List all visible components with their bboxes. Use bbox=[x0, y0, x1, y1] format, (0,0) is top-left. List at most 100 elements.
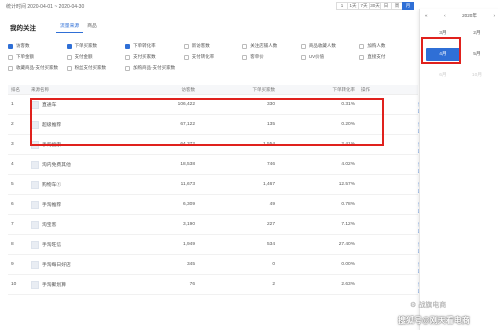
visitors-cell: 11,673 bbox=[180, 182, 195, 187]
source-cell: 购物车① bbox=[28, 180, 148, 189]
prev-year-icon[interactable]: « bbox=[425, 13, 428, 19]
metric-checkbox-label: 关注店铺人数 bbox=[250, 43, 278, 48]
prev-icon[interactable]: ‹ bbox=[444, 13, 446, 19]
checkbox-empty-icon[interactable] bbox=[359, 43, 365, 49]
checkbox-checked-icon[interactable] bbox=[125, 43, 131, 49]
metric-checkbox[interactable]: 加购人数 bbox=[359, 43, 418, 49]
month-cell[interactable]: 2月 bbox=[460, 27, 494, 40]
month-cell: 6月 bbox=[439, 73, 447, 78]
year-label[interactable]: 2020年 bbox=[462, 13, 477, 19]
buyers-cell: 2 bbox=[272, 282, 275, 287]
highlight-box-month bbox=[421, 37, 461, 64]
tab-traffic-source[interactable]: 流量来源 bbox=[56, 20, 84, 33]
col-buyers[interactable]: 下单买家数 bbox=[198, 87, 278, 93]
checkbox-empty-icon[interactable] bbox=[242, 43, 248, 49]
checkbox-empty-icon[interactable] bbox=[300, 54, 306, 60]
col-visitors[interactable]: 访客数 bbox=[148, 87, 198, 93]
rank-cell: 5 bbox=[11, 182, 14, 187]
metric-checkbox[interactable]: 直接支付 bbox=[359, 54, 418, 60]
metric-checkbox-label: 下单金额 bbox=[16, 54, 34, 59]
metric-checkbox[interactable]: 下单金额 bbox=[8, 54, 67, 60]
tab-bar: 流量来源 商品 bbox=[56, 20, 101, 33]
metric-checkbox[interactable]: 收藏商品-支付买家数 bbox=[8, 65, 67, 71]
buyers-cell: 49 bbox=[269, 202, 275, 207]
month-cell: 10月 bbox=[471, 73, 483, 78]
checkbox-empty-icon[interactable] bbox=[359, 54, 365, 60]
rate-cell: 12.57% bbox=[338, 182, 355, 187]
page-title: 我的关注 bbox=[10, 25, 36, 32]
checkbox-empty-icon[interactable] bbox=[183, 54, 189, 60]
visitors-cell: 6,309 bbox=[182, 202, 195, 207]
checkbox-empty-icon[interactable] bbox=[183, 43, 189, 49]
visitors-cell: 18,538 bbox=[180, 162, 195, 167]
metric-checkbox[interactable]: 加购商品-支付买家数 bbox=[125, 65, 184, 71]
month-picker-header: « ‹ 2020年 › bbox=[420, 9, 500, 23]
table-row: 4 淘内免费其他 18,538 746 4.02% bbox=[8, 155, 418, 175]
buyers-cell: 0 bbox=[272, 262, 275, 267]
rank-cell: 6 bbox=[11, 202, 14, 207]
source-name: 手淘聚划算 bbox=[42, 283, 66, 288]
metric-checkbox-label: 支付买家数 bbox=[133, 54, 156, 59]
metric-checkbox[interactable]: 访客数 bbox=[8, 43, 67, 49]
rank-cell: 10 bbox=[11, 282, 17, 287]
col-rate[interactable]: 下单转化率 bbox=[278, 87, 358, 93]
checkbox-empty-icon[interactable] bbox=[300, 43, 306, 49]
metric-checkbox[interactable]: 粉丝支付买家数 bbox=[66, 65, 126, 71]
metric-checkbox-label: 下单买家数 bbox=[74, 43, 98, 48]
rank-cell: 3 bbox=[11, 142, 14, 147]
source-name: 淘宝客 bbox=[42, 223, 57, 228]
rank-cell: 8 bbox=[11, 242, 14, 247]
metric-checkbox-label: 直接支付 bbox=[367, 54, 386, 59]
metric-checkbox-label: 支付金额 bbox=[74, 54, 93, 59]
source-thumbnail bbox=[31, 240, 39, 249]
checkbox-empty-icon[interactable] bbox=[242, 54, 248, 60]
metric-checkbox[interactable]: 支付买家数 bbox=[125, 54, 184, 60]
checkbox-empty-icon[interactable] bbox=[66, 54, 72, 60]
checkbox-empty-icon[interactable] bbox=[66, 65, 72, 71]
visitors-cell: 3,190 bbox=[182, 222, 195, 227]
tab-product[interactable]: 商品 bbox=[83, 20, 101, 33]
metric-checkbox[interactable]: 关注店铺人数 bbox=[242, 43, 301, 49]
metric-checkbox[interactable]: 商品收藏人数 bbox=[300, 43, 360, 49]
checkbox-empty-icon[interactable] bbox=[8, 65, 13, 71]
checkbox-checked-icon[interactable] bbox=[8, 43, 13, 49]
watermark-logo: ⚙ 战旗电商 bbox=[410, 302, 447, 309]
table-row: 8 手淘旺信 1,949 534 27.40% bbox=[8, 235, 418, 255]
metric-checkbox-label: 商品收藏人数 bbox=[308, 43, 336, 48]
metric-checkbox-label: 粉丝支付买家数 bbox=[74, 65, 107, 70]
metric-checkbox[interactable]: 下单转化率 bbox=[125, 43, 184, 49]
metric-checkbox[interactable]: 客单价 bbox=[242, 54, 301, 60]
source-cell: 淘宝客 bbox=[28, 220, 148, 229]
rate-cell: 7.12% bbox=[341, 222, 355, 227]
next-icon[interactable]: › bbox=[493, 13, 495, 19]
metric-checkbox-label: UV价值 bbox=[308, 54, 325, 59]
table-header: 排名 来源名称 访客数 下单买家数 下单转化率 操作 bbox=[8, 85, 418, 95]
metric-checkbox-grid: 访客数 下单买家数 下单转化率 新访客数 关注店铺人数 商品收藏人数 加购人数下单金额 支付金… bbox=[8, 43, 418, 71]
checkbox-empty-icon[interactable] bbox=[125, 54, 131, 60]
source-cell: 手淘聚划算 bbox=[28, 280, 148, 289]
metric-checkbox[interactable]: 新访客数 bbox=[183, 43, 243, 49]
rate-cell: 2.63% bbox=[341, 282, 355, 287]
checkbox-empty-icon[interactable] bbox=[8, 54, 13, 60]
metric-checkbox[interactable]: UV价值 bbox=[300, 54, 360, 60]
source-cell: 手淘推荐 bbox=[28, 200, 148, 209]
rank-cell: 7 bbox=[11, 222, 14, 227]
highlight-box-rows bbox=[30, 98, 384, 146]
source-thumbnail bbox=[31, 280, 39, 289]
table-row: 6 手淘推荐 6,309 49 0.78% bbox=[8, 195, 418, 215]
watermark-text: 搜狐号@刚天看电商 bbox=[398, 316, 470, 325]
metric-checkbox-label: 访客数 bbox=[16, 43, 30, 48]
checkbox-checked-icon[interactable] bbox=[66, 43, 72, 49]
source-cell: 手淘旺信 bbox=[28, 240, 148, 249]
buyers-cell: 746 bbox=[266, 162, 275, 167]
metric-checkbox[interactable]: 下单买家数 bbox=[66, 43, 126, 49]
metric-checkbox[interactable]: 支付转化率 bbox=[183, 54, 243, 60]
rate-cell: 27.40% bbox=[338, 242, 355, 247]
metric-checkbox[interactable]: 支付金额 bbox=[66, 54, 126, 60]
metric-checkbox-label: 新访客数 bbox=[191, 43, 210, 48]
checkbox-empty-icon[interactable] bbox=[125, 65, 131, 71]
source-thumbnail bbox=[31, 260, 39, 269]
month-cell[interactable]: 5月 bbox=[460, 48, 494, 61]
visitors-cell: 1,949 bbox=[182, 242, 195, 247]
period-button[interactable]: 月 bbox=[402, 2, 414, 10]
